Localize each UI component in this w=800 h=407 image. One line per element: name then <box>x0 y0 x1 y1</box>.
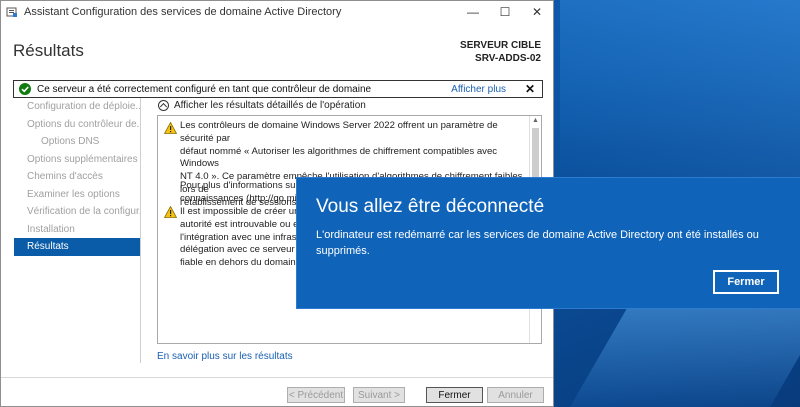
nav-item-installation[interactable]: Installation <box>14 221 140 239</box>
previous-button[interactable]: < Précédent <box>287 387 345 403</box>
close-window-button[interactable]: ✕ <box>521 1 553 23</box>
navigation-divider <box>140 98 141 363</box>
nav-item-deployment-configuration[interactable]: Configuration de déploie... <box>14 98 140 116</box>
warning-1-line: défaut nommé « Autoriser les algorithmes… <box>180 145 498 170</box>
dismiss-status-button[interactable]: ✕ <box>522 82 538 96</box>
window-title: Assistant Configuration des services de … <box>24 6 342 18</box>
nav-item-prerequisites-check[interactable]: Vérification de la configur... <box>14 203 140 221</box>
details-expander-label: Afficher les résultats détaillés de l'op… <box>174 100 366 111</box>
status-message: Ce serveur a été correctement configuré … <box>37 83 372 95</box>
sign-out-notification: Vous allez être déconnecté L'ordinateur … <box>297 178 800 308</box>
target-server-label: SERVEUR CIBLE <box>460 40 541 51</box>
nav-item-results[interactable]: Résultats <box>14 238 140 256</box>
nav-item-domain-controller-options[interactable]: Options du contrôleur de... <box>14 116 140 134</box>
minimize-button[interactable]: — <box>457 1 489 23</box>
target-server-info: SERVEUR CIBLE SRV-ADDS-02 <box>460 39 541 65</box>
nav-item-additional-options[interactable]: Options supplémentaires <box>14 151 140 169</box>
desktop-light-beam <box>560 0 800 180</box>
title-bar: Assistant Configuration des services de … <box>1 1 553 23</box>
server-manager-icon <box>6 7 17 17</box>
status-notification-bar: Ce serveur a été correctement configuré … <box>13 80 543 98</box>
details-expander[interactable]: Afficher les résultats détaillés de l'op… <box>158 100 366 111</box>
desktop-light-beam <box>568 300 800 407</box>
scroll-up-arrow-icon[interactable]: ▲ <box>530 116 541 126</box>
next-button[interactable]: Suivant > <box>353 387 405 403</box>
nav-item-dns-options[interactable]: Options DNS <box>14 133 140 151</box>
wizard-navigation: Configuration de déploie... Options du c… <box>14 98 140 256</box>
success-check-icon <box>19 83 31 95</box>
nav-item-review-options[interactable]: Examiner les options <box>14 186 140 204</box>
cancel-button[interactable]: Annuler <box>487 387 544 403</box>
footer-divider <box>1 377 553 378</box>
notification-close-button[interactable]: Fermer <box>713 270 779 294</box>
target-server-name: SRV-ADDS-02 <box>475 53 541 64</box>
notification-body: L'ordinateur est redémarré car les servi… <box>316 229 759 257</box>
nav-item-paths[interactable]: Chemins d'accès <box>14 168 140 186</box>
notification-title: Vous allez être déconnecté <box>316 196 545 217</box>
chevron-up-icon <box>158 100 169 111</box>
page-title: Résultats <box>13 41 84 60</box>
maximize-button[interactable]: ☐ <box>489 1 521 23</box>
warning-icon <box>164 206 177 218</box>
learn-more-results-link[interactable]: En savoir plus sur les résultats <box>157 351 293 362</box>
show-more-link[interactable]: Afficher plus <box>451 84 506 95</box>
warning-icon <box>164 122 177 134</box>
warning-1-line: Les contrôleurs de domaine Windows Serve… <box>180 120 498 144</box>
close-button[interactable]: Fermer <box>426 387 483 403</box>
